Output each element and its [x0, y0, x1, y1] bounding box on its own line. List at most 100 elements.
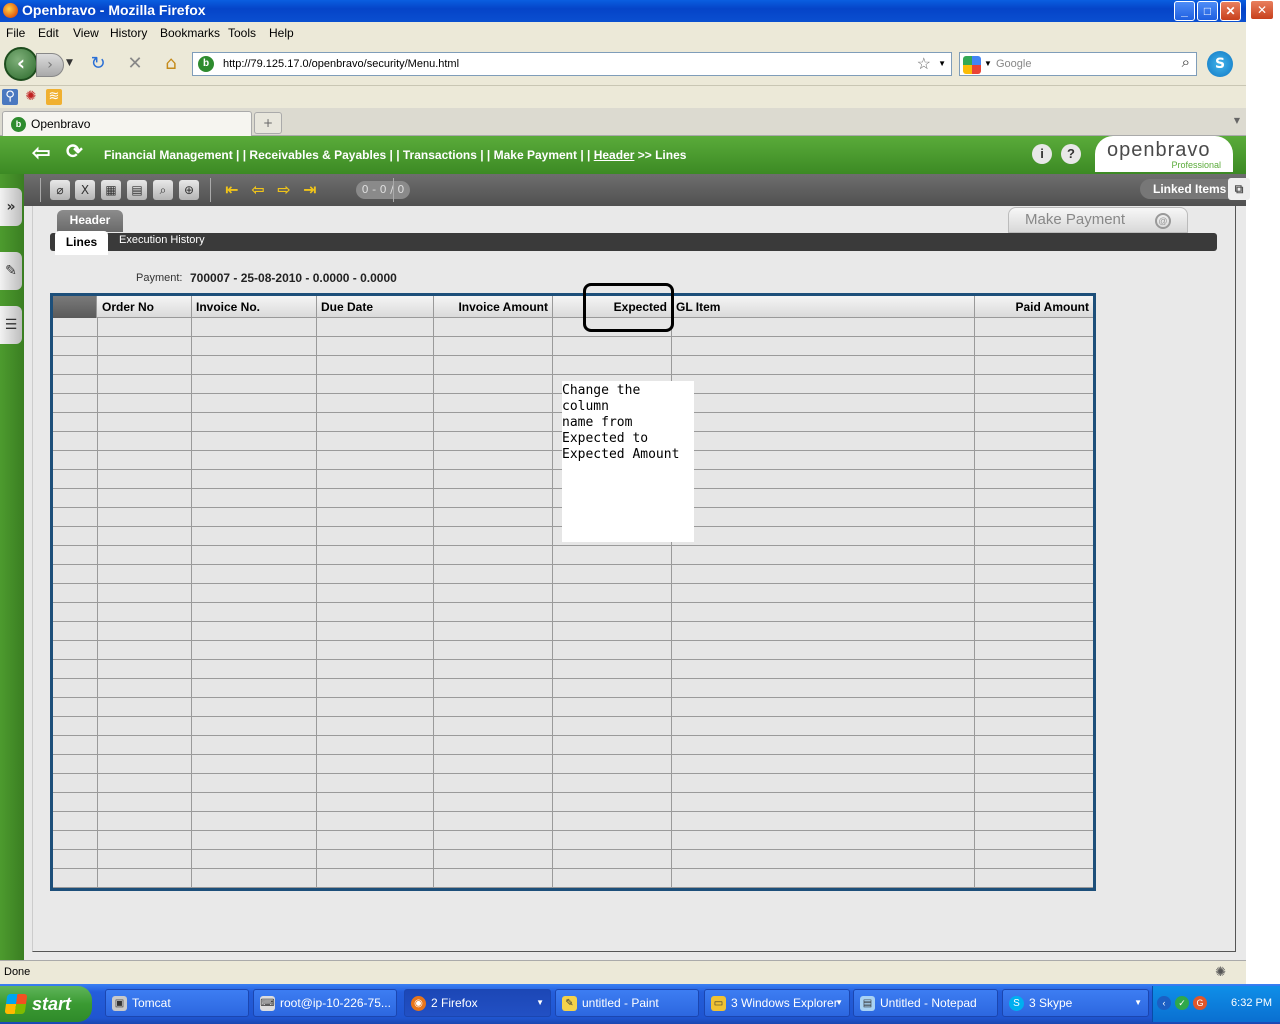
table-cell[interactable]	[434, 451, 553, 470]
tray-app-icon[interactable]: G	[1193, 996, 1207, 1010]
table-cell[interactable]	[192, 831, 317, 850]
firebug-icon[interactable]: ✺	[23, 89, 39, 105]
table-cell[interactable]	[975, 698, 1093, 717]
row-selector[interactable]	[53, 584, 98, 603]
table-cell[interactable]	[553, 546, 672, 565]
table-cell[interactable]	[434, 508, 553, 527]
table-row[interactable]	[53, 641, 1093, 660]
table-cell[interactable]	[672, 489, 975, 508]
table-cell[interactable]	[672, 413, 975, 432]
table-cell[interactable]	[98, 375, 192, 394]
table-cell[interactable]	[434, 489, 553, 508]
table-cell[interactable]	[434, 793, 553, 812]
table-cell[interactable]	[98, 318, 192, 337]
table-cell[interactable]	[317, 375, 434, 394]
table-cell[interactable]	[553, 603, 672, 622]
table-cell[interactable]	[672, 546, 975, 565]
table-cell[interactable]	[192, 717, 317, 736]
table-cell[interactable]	[434, 717, 553, 736]
group-dropdown-icon[interactable]: ▼	[835, 990, 843, 1016]
table-cell[interactable]	[317, 489, 434, 508]
window-tab-make-payment[interactable]: Make Payment @	[1008, 207, 1188, 233]
table-cell[interactable]	[317, 603, 434, 622]
table-cell[interactable]	[317, 546, 434, 565]
url-dropdown-icon[interactable]: ▼	[938, 59, 946, 68]
tab-execution-history[interactable]: Execution History	[119, 234, 205, 246]
table-cell[interactable]	[434, 394, 553, 413]
table-cell[interactable]	[672, 337, 975, 356]
taskbar-item-skype[interactable]: S 3 Skype ▼	[1002, 989, 1149, 1017]
table-cell[interactable]	[434, 679, 553, 698]
row-selector[interactable]	[53, 394, 98, 413]
table-cell[interactable]	[434, 660, 553, 679]
table-cell[interactable]	[434, 584, 553, 603]
tab-header[interactable]: Header	[57, 210, 123, 232]
table-cell[interactable]	[975, 717, 1093, 736]
table-cell[interactable]	[98, 413, 192, 432]
site-identity-icon[interactable]: b	[198, 56, 214, 72]
table-cell[interactable]	[192, 451, 317, 470]
table-cell[interactable]	[98, 508, 192, 527]
column-header-order-no[interactable]: Order No	[98, 296, 192, 318]
row-selector[interactable]	[53, 869, 98, 888]
row-selector[interactable]	[53, 565, 98, 584]
table-cell[interactable]	[975, 774, 1093, 793]
table-cell[interactable]	[553, 679, 672, 698]
search-engine-dropdown-icon[interactable]: ▼	[984, 59, 992, 68]
table-cell[interactable]	[553, 850, 672, 869]
table-cell[interactable]	[192, 356, 317, 375]
group-dropdown-icon[interactable]: ▼	[1134, 990, 1142, 1016]
table-cell[interactable]	[975, 565, 1093, 584]
taskbar-item-paint[interactable]: ✎ untitled - Paint	[555, 989, 699, 1017]
row-selector-header[interactable]	[53, 296, 97, 318]
bookmark-icon[interactable]: ⚲	[2, 89, 18, 105]
table-row[interactable]	[53, 660, 1093, 679]
table-cell[interactable]	[192, 793, 317, 812]
table-row[interactable]	[53, 869, 1093, 888]
table-cell[interactable]	[553, 584, 672, 603]
table-cell[interactable]	[553, 641, 672, 660]
table-cell[interactable]	[672, 774, 975, 793]
window-tab-close-icon[interactable]: @	[1155, 213, 1171, 229]
row-selector[interactable]	[53, 356, 98, 375]
table-cell[interactable]	[192, 679, 317, 698]
table-cell[interactable]	[98, 717, 192, 736]
column-header-invoice-amount[interactable]: Invoice Amount	[434, 296, 553, 318]
table-cell[interactable]	[672, 622, 975, 641]
table-cell[interactable]	[672, 736, 975, 755]
previous-record-icon[interactable]: ⇦	[248, 180, 268, 200]
linked-items-button[interactable]: Linked Items ⧉	[1140, 178, 1250, 200]
row-selector[interactable]	[53, 736, 98, 755]
table-cell[interactable]	[434, 546, 553, 565]
table-cell[interactable]	[192, 660, 317, 679]
next-record-icon[interactable]: ⇨	[274, 180, 294, 200]
search-icon[interactable]: ⌕	[1182, 54, 1190, 71]
expand-menu-icon[interactable]: »	[0, 188, 22, 226]
table-cell[interactable]	[317, 660, 434, 679]
table-cell[interactable]	[434, 736, 553, 755]
table-cell[interactable]	[317, 869, 434, 888]
table-cell[interactable]	[975, 413, 1093, 432]
table-cell[interactable]	[317, 736, 434, 755]
back-arrow-icon[interactable]: ⇦	[32, 142, 50, 164]
menu-history[interactable]: History	[110, 26, 147, 40]
search-icon[interactable]: ⌕	[153, 180, 173, 200]
table-cell[interactable]	[98, 394, 192, 413]
table-row[interactable]	[53, 774, 1093, 793]
table-cell[interactable]	[98, 850, 192, 869]
column-header-gl-item[interactable]: GL Item	[672, 296, 975, 318]
table-cell[interactable]	[192, 470, 317, 489]
row-selector[interactable]	[53, 774, 98, 793]
table-cell[interactable]	[975, 546, 1093, 565]
table-cell[interactable]	[975, 375, 1093, 394]
table-row[interactable]	[53, 356, 1093, 375]
table-cell[interactable]	[192, 850, 317, 869]
row-selector[interactable]	[53, 698, 98, 717]
table-cell[interactable]	[192, 755, 317, 774]
table-cell[interactable]	[672, 508, 975, 527]
row-selector[interactable]	[53, 717, 98, 736]
table-cell[interactable]	[98, 565, 192, 584]
table-cell[interactable]	[553, 565, 672, 584]
table-cell[interactable]	[672, 470, 975, 489]
row-selector[interactable]	[53, 850, 98, 869]
